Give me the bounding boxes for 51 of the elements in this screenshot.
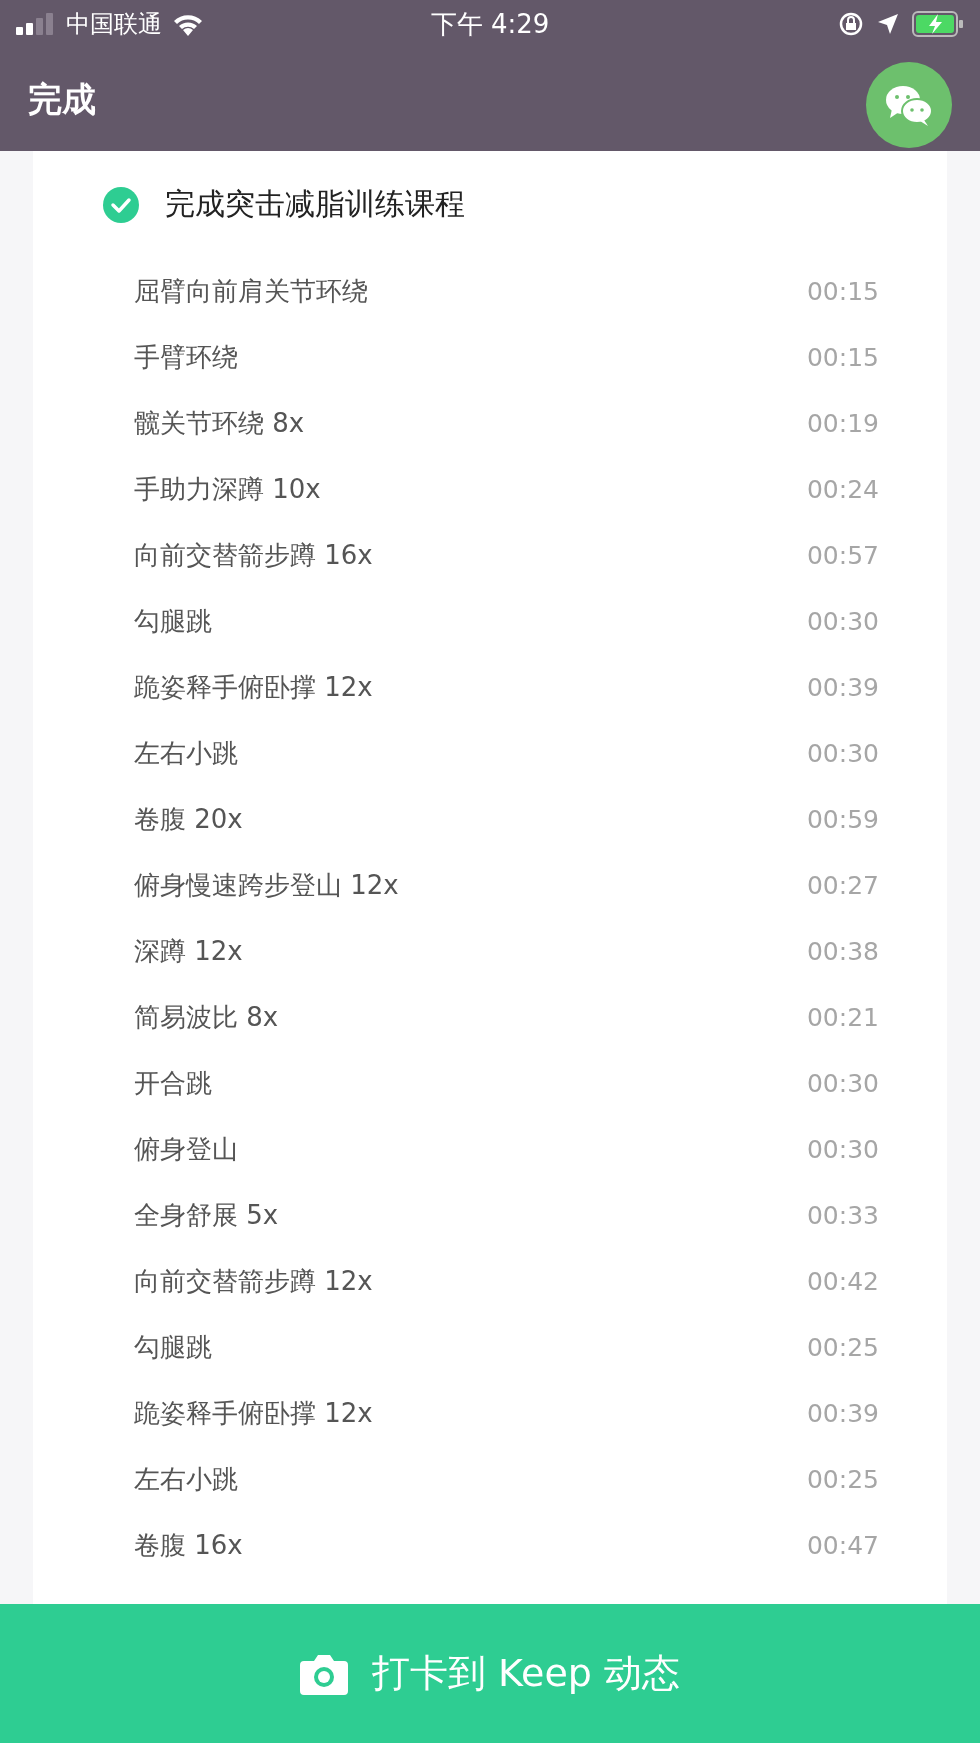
share-button[interactable]: 打卡到 Keep 动态	[0, 1604, 980, 1743]
exercise-name: 向前交替箭步蹲 12x	[134, 1264, 373, 1298]
exercise-name: 勾腿跳	[134, 1330, 212, 1364]
exercise-name: 勾腿跳	[134, 604, 212, 638]
exercise-name: 左右小跳	[134, 736, 238, 770]
exercise-name: 开合跳	[134, 1066, 212, 1100]
wifi-icon	[172, 12, 204, 36]
exercise-name: 跪姿释手俯卧撑 12x	[134, 670, 373, 704]
exercise-duration: 00:30	[806, 1134, 879, 1164]
exercise-duration: 00:25	[806, 1464, 879, 1494]
signal-icon	[16, 13, 56, 35]
rotation-lock-icon	[838, 11, 864, 37]
exercise-name: 深蹲 12x	[134, 934, 243, 968]
exercise-name: 手助力深蹲 10x	[134, 472, 321, 506]
battery-charging-icon	[912, 11, 964, 37]
exercise-duration: 00:25	[806, 1332, 879, 1362]
status-time: 下午 4:29	[430, 7, 550, 41]
exercise-duration: 00:30	[806, 738, 879, 768]
exercise-duration: 00:33	[806, 1200, 879, 1230]
exercise-name: 卷腹 16x	[134, 1528, 243, 1562]
exercise-duration: 00:27	[806, 870, 879, 900]
exercise-duration: 00:19	[806, 408, 879, 438]
location-arrow-icon	[876, 12, 900, 36]
page-title: 完成	[28, 77, 96, 121]
exercise-duration: 00:30	[806, 606, 879, 636]
exercise-duration: 00:15	[806, 276, 879, 306]
exercise-name: 全身舒展 5x	[134, 1198, 279, 1232]
camera-icon	[299, 1652, 348, 1695]
exercise-duration: 00:38	[806, 936, 879, 966]
exercise-duration: 00:30	[806, 1068, 879, 1098]
exercise-name: 俯身慢速跨步登山 12x	[134, 868, 399, 902]
exercise-name: 手臂环绕	[134, 340, 238, 374]
exercise-name: 俯身登山	[134, 1132, 238, 1166]
exercise-duration: 00:59	[806, 804, 879, 834]
carrier-name: 中国联通	[66, 9, 162, 40]
exercise-name: 向前交替箭步蹲 16x	[134, 538, 373, 572]
exercise-name: 屈臂向前肩关节环绕	[134, 274, 368, 308]
exercise-name: 髋关节环绕 8x	[134, 406, 305, 440]
exercise-name: 卷腹 20x	[134, 802, 243, 836]
exercise-duration: 00:15	[806, 342, 879, 372]
course-title: 完成突击减脂训练课程	[165, 185, 465, 223]
exercise-duration: 00:47	[806, 1530, 879, 1560]
exercise-duration: 00:39	[806, 672, 879, 702]
exercise-duration: 00:24	[806, 474, 879, 504]
exercise-name: 跪姿释手俯卧撑 12x	[134, 1396, 373, 1430]
exercise-duration: 00:42	[806, 1266, 879, 1296]
exercise-duration: 00:39	[806, 1398, 879, 1428]
exercise-duration: 00:57	[806, 540, 879, 570]
exercise-duration: 00:21	[806, 1002, 879, 1032]
exercise-name: 左右小跳	[134, 1462, 238, 1496]
exercise-name: 简易波比 8x	[134, 1000, 279, 1034]
